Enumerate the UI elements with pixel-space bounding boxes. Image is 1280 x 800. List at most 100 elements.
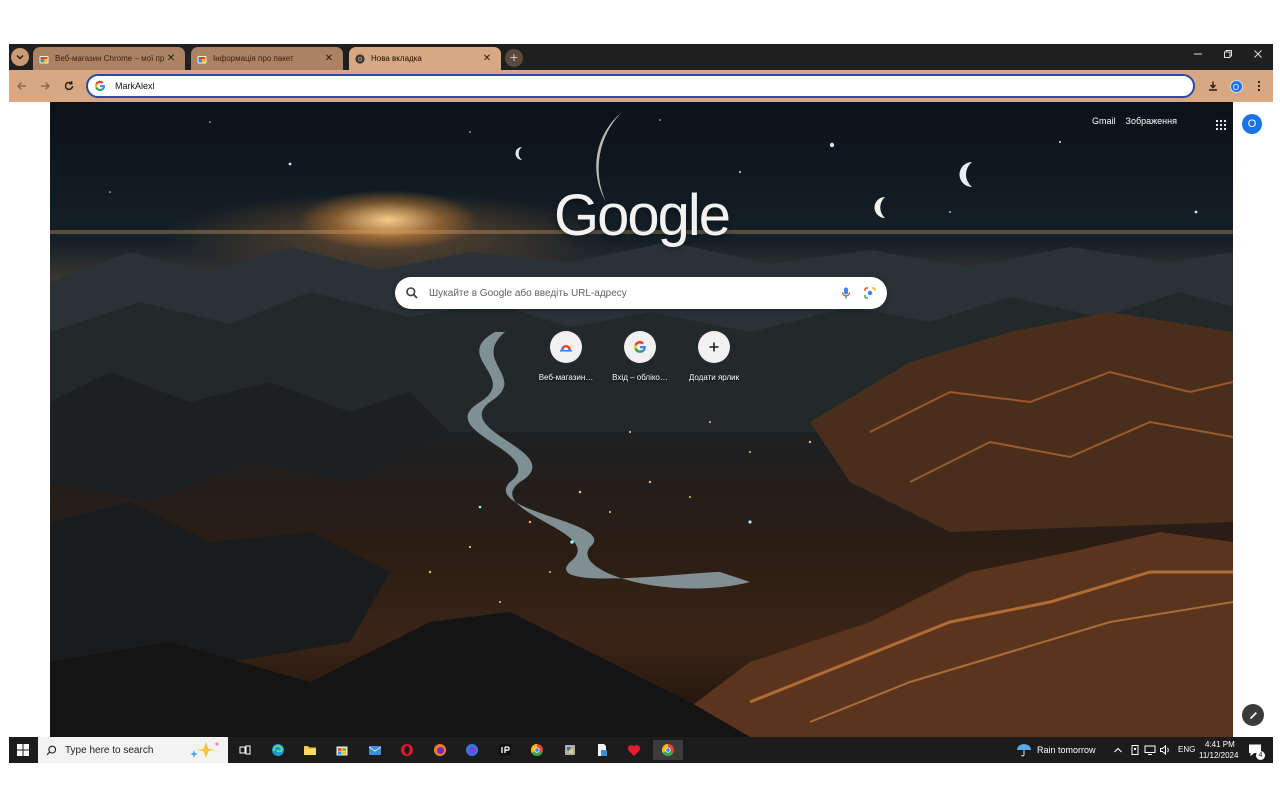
downloads-button[interactable] <box>1203 76 1223 96</box>
minimize-button[interactable] <box>1183 48 1213 66</box>
google-lens-icon[interactable] <box>863 286 877 300</box>
tab-separator <box>188 53 189 65</box>
taskbar-store[interactable] <box>332 740 352 760</box>
python-icon <box>565 745 575 755</box>
shortcut-label: Вхід – облікo… <box>612 373 668 382</box>
new-tab-page: Gmail Зображення Google Шукайте в Google… <box>9 102 1273 737</box>
chrome-webstore-icon <box>560 345 572 352</box>
screen: Веб-магазин Chrome – мої пр… ✕ Інформаці… <box>9 44 1273 763</box>
shortcut-google-signin[interactable]: Вхід – облікo… <box>603 331 677 382</box>
google-apps-button[interactable] <box>1215 118 1227 136</box>
input-language[interactable]: ENG <box>1178 745 1195 754</box>
clock-time[interactable]: 4:41 PM <box>1205 740 1235 749</box>
search-placeholder: Шукайте в Google або введіть URL-адресу <box>429 287 627 299</box>
shortcut-label: Додати ярлик <box>688 373 740 382</box>
new-tab-button[interactable]: + <box>505 49 523 67</box>
tab-title: Веб-магазин Chrome – мої пр… <box>55 54 165 63</box>
taskbar-opera[interactable] <box>397 740 417 760</box>
address-bar[interactable] <box>86 74 1195 98</box>
tab-title: Нова вкладка <box>371 54 422 63</box>
task-view-icon <box>239 745 251 755</box>
chrome-webstore-icon <box>197 54 207 64</box>
start-button[interactable] <box>13 740 33 760</box>
download-icon <box>1209 81 1217 91</box>
volume-button[interactable] <box>1155 740 1175 760</box>
microphone-icon[interactable] <box>839 286 853 300</box>
firefox-icon <box>434 744 446 756</box>
installer-icon <box>598 744 607 756</box>
weather-text[interactable]: Rain tomorrow <box>1037 745 1096 755</box>
ntp-profile-avatar[interactable]: O <box>1242 114 1262 134</box>
taskbar-search-box[interactable]: Type here to search <box>38 737 228 763</box>
minimize-icon <box>1194 53 1202 55</box>
edge-icon <box>272 744 284 756</box>
address-input[interactable] <box>115 81 715 91</box>
chevron-up-icon <box>1114 747 1122 753</box>
chevron-down-icon <box>16 55 24 60</box>
windows-taskbar: Type here to search Rain tomorrow ENG 4:… <box>9 737 1273 763</box>
taskbar-installer[interactable] <box>592 740 612 760</box>
opera-icon <box>401 744 413 756</box>
weather-widget[interactable] <box>1014 740 1034 760</box>
firefox-developer-icon <box>466 744 478 756</box>
speaker-icon <box>1160 744 1169 756</box>
browser-toolbar: O <box>9 70 1273 102</box>
task-view-button[interactable] <box>235 740 255 760</box>
rain-umbrella-icon <box>1017 744 1031 757</box>
google-g-icon <box>634 340 646 353</box>
store-icon <box>336 746 348 756</box>
close-icon <box>1254 50 1262 58</box>
shortcut-add[interactable]: Додати ярлик <box>677 331 751 382</box>
profile-button[interactable]: O <box>1226 76 1246 96</box>
close-icon[interactable]: ✕ <box>165 53 177 65</box>
customize-chrome-button[interactable] <box>1242 704 1264 726</box>
taskbar-edge[interactable] <box>268 740 288 760</box>
ntp-header-links: Gmail Зображення <box>1092 116 1177 126</box>
reload-icon <box>64 81 74 91</box>
taskbar-heart-app[interactable] <box>624 740 644 760</box>
tab-new-tab[interactable]: Нова вкладка ✕ <box>349 47 501 70</box>
taskbar-chrome-active[interactable] <box>653 740 683 760</box>
wallpaper-image: Gmail Зображення Google Шукайте в Google… <box>50 102 1233 737</box>
taskbar-python[interactable] <box>560 740 580 760</box>
shortcut-webstore[interactable]: Веб-магазин… <box>529 331 603 382</box>
tab-title: Інформація про пакет <box>213 54 294 63</box>
forward-button[interactable] <box>35 76 55 96</box>
tab-webstore[interactable]: Веб-магазин Chrome – мої пр… ✕ <box>33 47 185 70</box>
chrome-icon <box>661 744 674 757</box>
back-button[interactable] <box>12 76 32 96</box>
close-icon[interactable]: ✕ <box>481 53 493 65</box>
images-link[interactable]: Зображення <box>1126 116 1177 126</box>
chrome-icon <box>530 744 543 757</box>
taskbar-firefox[interactable] <box>430 740 450 760</box>
google-g-icon <box>94 80 107 93</box>
pencil-icon <box>1249 711 1257 719</box>
close-icon[interactable]: ✕ <box>323 53 335 65</box>
arrow-left-icon <box>17 82 26 90</box>
notification-count-badge: 4 <box>1256 751 1265 760</box>
google-logo: Google <box>553 183 731 248</box>
taskbar-mail[interactable] <box>365 740 385 760</box>
search-highlight-icon <box>190 742 219 758</box>
taskbar-firefox-dev[interactable] <box>462 740 482 760</box>
tab-search-button[interactable] <box>11 48 29 66</box>
ntp-search-box[interactable]: Шукайте в Google або введіть URL-адресу <box>395 277 887 309</box>
gmail-link[interactable]: Gmail <box>1092 116 1116 126</box>
notifications-button[interactable]: 4 <box>1245 740 1265 760</box>
tab-package-info[interactable]: Інформація про пакет ✕ <box>191 47 343 70</box>
chrome-menu-button[interactable] <box>1249 76 1269 96</box>
tab-strip: Веб-магазин Chrome – мої пр… ✕ Інформаці… <box>9 44 1273 70</box>
restore-button[interactable] <box>1213 48 1243 66</box>
shortcut-icon-circle <box>698 331 730 363</box>
clock-date[interactable]: 11/12/2024 <box>1199 751 1238 760</box>
taskbar-chrome[interactable] <box>527 740 547 760</box>
apps-grid-icon <box>1215 119 1227 131</box>
search-icon <box>406 287 418 299</box>
search-icon <box>46 745 57 755</box>
taskbar-search-placeholder: Type here to search <box>65 744 154 756</box>
reload-button[interactable] <box>59 76 79 96</box>
taskbar-app[interactable] <box>495 740 515 760</box>
taskbar-file-explorer[interactable] <box>300 740 320 760</box>
avatar: O <box>1229 79 1243 93</box>
close-window-button[interactable] <box>1243 48 1273 66</box>
